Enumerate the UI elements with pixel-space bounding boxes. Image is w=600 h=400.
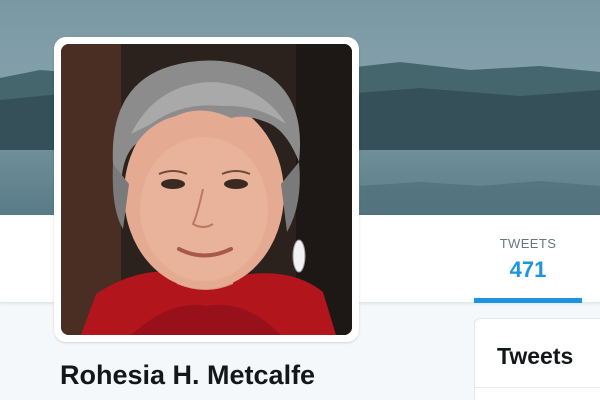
tweets-module-divider — [475, 387, 600, 388]
tweets-stat-tab[interactable]: TWEETS 471 — [474, 215, 582, 303]
tweets-stat-count: 471 — [509, 257, 547, 282]
profile-name[interactable]: Rohesia H. Metcalfe — [60, 360, 315, 391]
active-tab-underline — [474, 298, 582, 303]
tweets-stat-label: TWEETS — [499, 236, 557, 251]
profile-avatar-frame[interactable] — [54, 37, 359, 342]
tweets-module: Tweets — [474, 318, 600, 400]
profile-avatar — [61, 44, 352, 335]
tweets-module-title: Tweets — [497, 343, 574, 369]
